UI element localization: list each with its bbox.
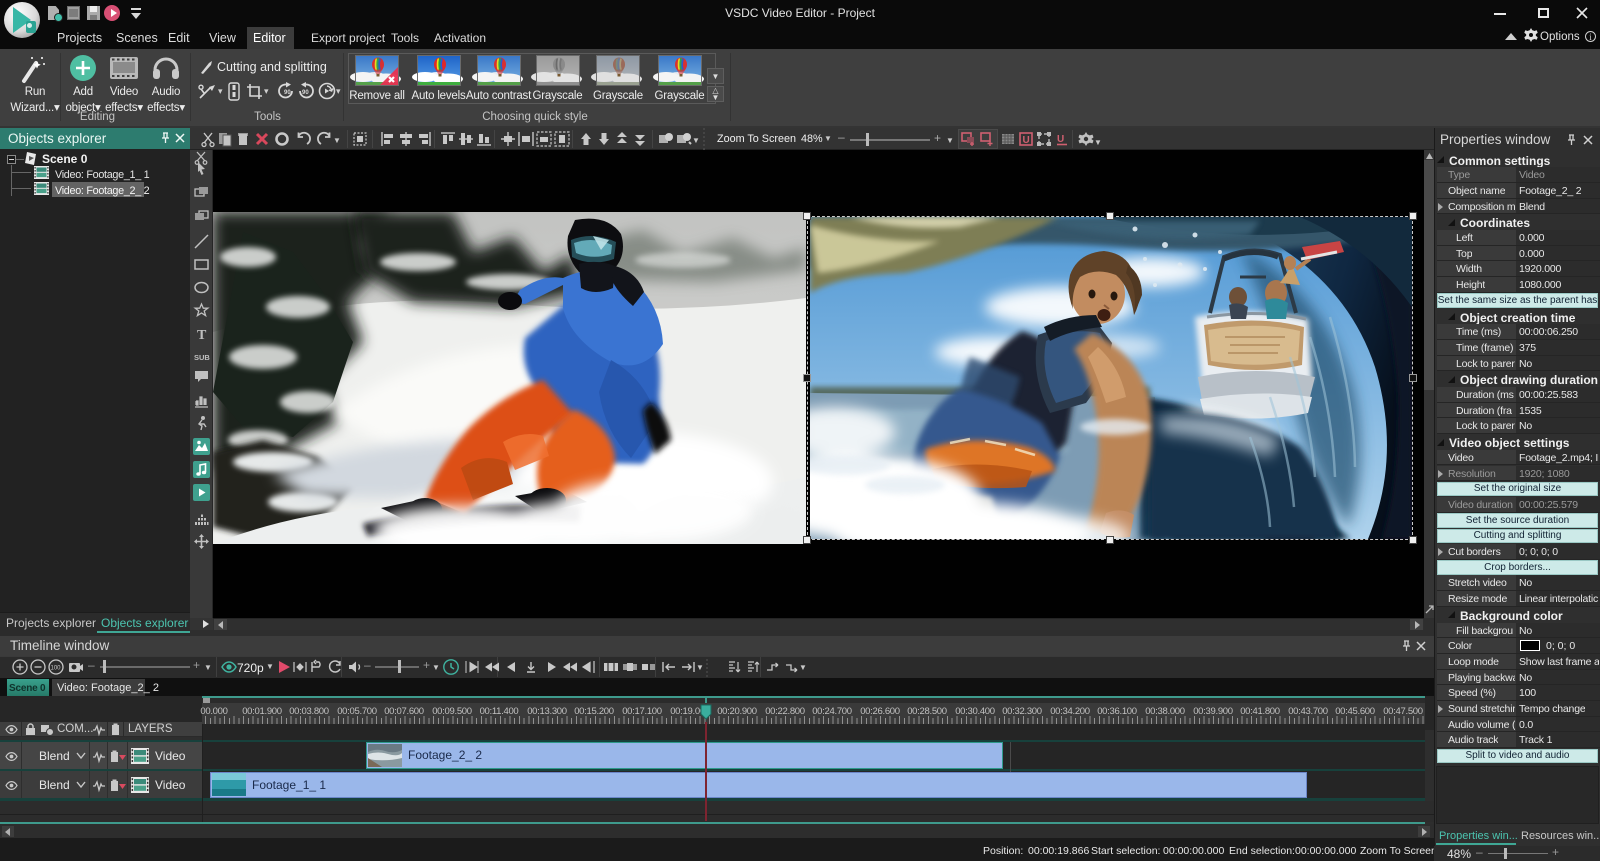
svg-text:100: 100 [51, 666, 62, 672]
svg-text:90: 90 [284, 90, 291, 96]
svg-text:90: 90 [302, 90, 309, 96]
svg-text:SUB: SUB [194, 353, 210, 362]
svg-text:T: T [197, 328, 207, 343]
svg-text:U: U [1057, 134, 1064, 145]
svg-text:U: U [1023, 135, 1030, 146]
